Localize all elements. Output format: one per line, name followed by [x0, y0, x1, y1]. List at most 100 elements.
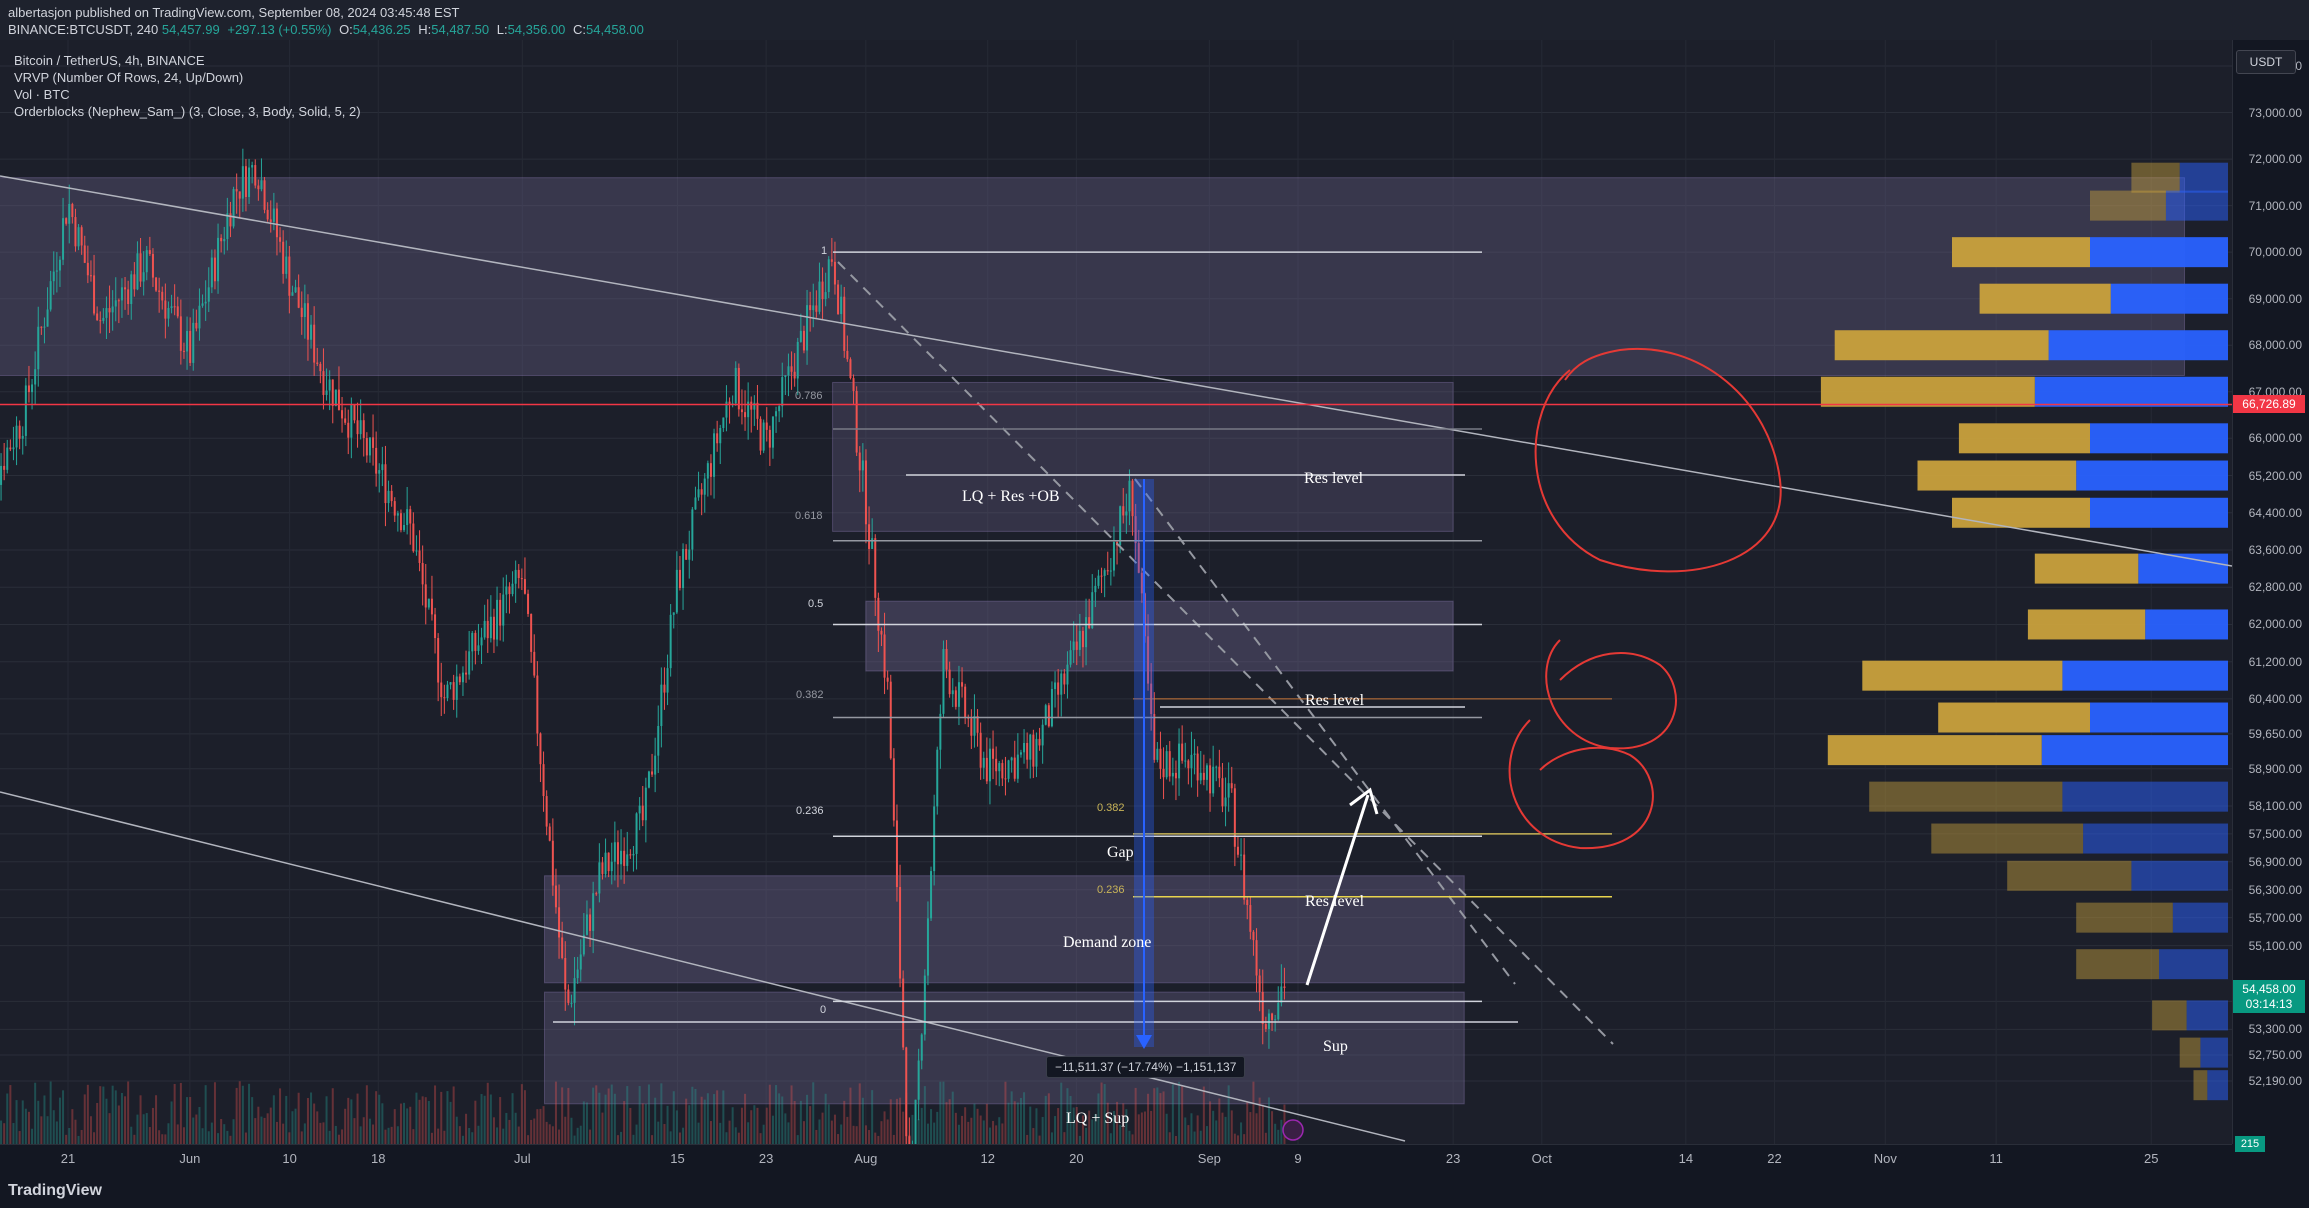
volume-bar	[942, 1081, 945, 1144]
candle-body	[945, 649, 948, 670]
candle-body	[536, 675, 539, 734]
candle-body	[530, 613, 533, 652]
volume-bar	[499, 1097, 502, 1144]
volume-bar	[1162, 1091, 1165, 1144]
annotation-res-level-1[interactable]: Res level	[1304, 470, 1363, 488]
fib-label-05: 0.5	[808, 598, 824, 610]
volume-bar	[954, 1112, 957, 1144]
volume-bar	[1147, 1093, 1150, 1144]
volume-bar	[601, 1112, 604, 1144]
volume-bar	[471, 1132, 474, 1144]
volume-bar	[1181, 1085, 1184, 1144]
candle-body	[0, 465, 3, 485]
volume-bar	[474, 1100, 477, 1144]
candle-body	[1264, 1024, 1267, 1029]
candle-body	[275, 208, 278, 238]
candle-body	[455, 676, 458, 700]
annotation-res-level-3[interactable]: Res level	[1305, 893, 1364, 911]
candle-body	[220, 237, 223, 242]
volume-bar	[297, 1092, 300, 1144]
candle-body	[781, 377, 784, 407]
candle-body	[995, 758, 998, 772]
candle-body	[992, 748, 995, 759]
legend-symbol-title[interactable]: Bitcoin / TetherUS, 4h, BINANCE	[14, 52, 361, 69]
volume-bar	[217, 1133, 220, 1144]
annotation-gap[interactable]: Gap	[1107, 844, 1134, 862]
volume-bar	[1035, 1108, 1038, 1144]
candle-body	[105, 308, 108, 318]
annotation-res-level-2[interactable]: Res level	[1305, 692, 1364, 710]
candle-body	[970, 718, 973, 736]
candle-body	[1112, 542, 1115, 571]
candle-body	[868, 524, 871, 549]
candle-body	[802, 330, 805, 351]
annotation-demand-zone[interactable]: Demand zone	[1063, 934, 1151, 952]
volume-bar	[55, 1121, 58, 1144]
price-axis-label: 62,000.00	[2248, 617, 2302, 632]
candle-body	[871, 538, 874, 549]
volume-bar	[1001, 1123, 1004, 1144]
candle-body	[396, 513, 399, 516]
candle-body	[948, 669, 951, 695]
legend-orderblocks[interactable]: Orderblocks (Nephew_Sam_) (3, Close, 3, …	[14, 103, 361, 120]
candle-body	[719, 427, 722, 444]
price-axis[interactable]: 74,000.0073,000.0072,000.0071,000.0070,0…	[2232, 40, 2309, 1152]
candle-body	[198, 305, 201, 329]
annotation-lq-res-ob[interactable]: LQ + Res +OB	[962, 488, 1060, 506]
price-axis-label: 68,000.00	[2248, 338, 2302, 353]
volume-bar	[120, 1092, 123, 1144]
candle-body	[1202, 772, 1205, 780]
volume-bar	[740, 1107, 743, 1144]
volume-bar	[167, 1123, 170, 1144]
chart-legend[interactable]: Bitcoin / TetherUS, 4h, BINANCE VRVP (Nu…	[14, 52, 361, 120]
volume-bar	[142, 1114, 145, 1144]
candle-body	[1243, 854, 1246, 900]
volume-bar	[359, 1126, 362, 1144]
vp-bar-up	[2172, 902, 2228, 933]
candle-body	[778, 406, 781, 412]
legend-volume[interactable]: Vol · BTC	[14, 86, 361, 103]
candle-body	[65, 218, 68, 224]
candle-body	[861, 460, 864, 471]
chart-pane[interactable]	[0, 40, 2232, 1144]
currency-badge[interactable]: USDT	[2236, 50, 2296, 74]
volume-bar	[620, 1131, 623, 1144]
volume-bar	[1218, 1098, 1221, 1144]
candle-body	[933, 806, 936, 872]
volume-bar	[669, 1131, 672, 1144]
price-axis-label: 60,400.00	[2248, 691, 2302, 706]
candle-body	[127, 289, 130, 305]
candle-body	[1060, 673, 1063, 695]
candle-body	[1057, 682, 1060, 695]
volume-bar	[102, 1086, 105, 1144]
volume-bar	[207, 1131, 210, 1144]
annotation-lq-sup[interactable]: LQ + Sup	[1066, 1110, 1129, 1128]
candle-body	[461, 672, 464, 683]
volume-bar	[3, 1123, 6, 1144]
annotation-sup[interactable]: Sup	[1323, 1038, 1348, 1056]
candle-body	[1184, 760, 1187, 762]
volume-bar	[251, 1097, 254, 1144]
time-axis[interactable]: 21 Jun 10 18 Jul 15 23 Aug 12 20 Sep 9 23 Oct 14 22 Nov 1…	[0, 1144, 2232, 1175]
legend-vrvp[interactable]: VRVP (Number Of Rows, 24, Up/Down)	[14, 69, 361, 86]
volume-bar	[1156, 1087, 1159, 1144]
volume-bar	[613, 1093, 616, 1144]
candle-body	[657, 725, 660, 756]
volume-bar	[809, 1106, 812, 1144]
candle-body	[874, 538, 877, 598]
volume-bar	[437, 1128, 440, 1144]
chart-canvas[interactable]	[0, 40, 2232, 1144]
candle-body	[1054, 682, 1057, 690]
volume-bar	[381, 1103, 384, 1144]
vp-bar-down	[2152, 1000, 2187, 1031]
candle-body	[533, 651, 536, 676]
candle-body	[1249, 905, 1252, 932]
candle-body	[1159, 748, 1162, 769]
volume-bar	[1026, 1134, 1029, 1144]
volume-bar	[675, 1110, 678, 1144]
volume-bar	[868, 1130, 871, 1144]
fib-label-0382: 0.382	[796, 689, 824, 701]
candle-body	[1178, 743, 1181, 779]
volume-bar	[1209, 1101, 1212, 1144]
volume-bar	[310, 1092, 313, 1144]
